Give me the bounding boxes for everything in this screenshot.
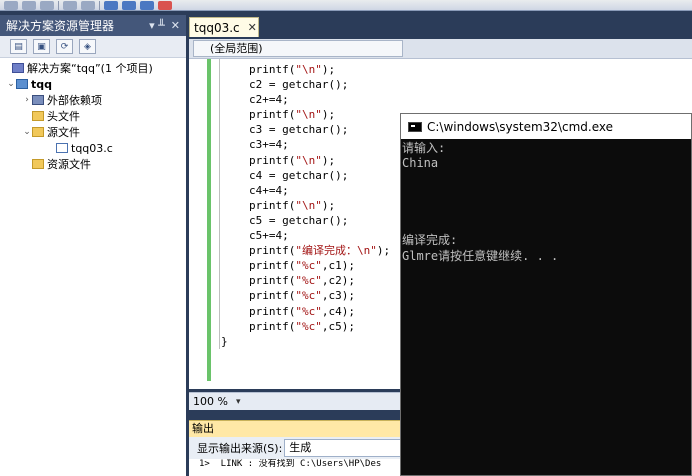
outdent-icon[interactable] [81, 0, 95, 10]
code-line: c3 = getchar(); [249, 123, 349, 137]
code-line: printf("\n"); [249, 108, 336, 122]
code-line: c3+=4; [249, 138, 289, 152]
cmd-line [402, 218, 691, 233]
tab-label: tqq03.c [194, 20, 240, 35]
code-line: printf("\n"); [249, 198, 336, 212]
tree-node-label: 头文件 [47, 110, 80, 123]
tree-node-resource-files[interactable]: 资源文件 [0, 156, 186, 172]
toolbar-divider [58, 0, 59, 10]
solution-label: 解决方案“tqq”(1 个项目) [27, 62, 153, 75]
tree-node-source-files[interactable]: ⌄ 源文件 [0, 124, 186, 140]
bookmark-prev-icon[interactable] [122, 0, 136, 10]
code-line: c2+=4; [249, 93, 289, 107]
tree-node-label: 外部依赖项 [47, 94, 102, 107]
cmd-line: Glmre请按任意键继续. . . [402, 248, 559, 263]
tree-node-tqq03c[interactable]: tqq03.c [0, 140, 186, 156]
pin-icon[interactable]: ▾ ╨ [149, 19, 165, 32]
main-toolbar [0, 0, 692, 11]
project-icon [16, 79, 28, 89]
folder-open-icon [32, 127, 44, 137]
cmd-line: 编译完成: [402, 233, 458, 248]
tree-node-solution[interactable]: 解决方案“tqq”(1 个项目) [0, 60, 186, 76]
show-all-files-icon[interactable]: ▣ [33, 39, 50, 54]
output-source-label: 显示输出来源(S): [197, 442, 283, 455]
cmd-line [402, 187, 691, 202]
tree-node-label: 源文件 [47, 126, 80, 139]
tree-node-label: 资源文件 [47, 158, 91, 171]
code-line: printf("\n"); [249, 153, 336, 167]
chevron-down-icon[interactable]: ⌄ [22, 127, 32, 137]
folder-icon [32, 159, 44, 169]
view-class-diagram-icon[interactable]: ◈ [79, 39, 96, 54]
solution-explorer-panel: 解决方案资源管理器 ▾ ╨ ✕ ▤ ▣ ⟳ ◈ 解决方案“tqq”(1 个项目)… [0, 15, 186, 476]
solution-tree: 解决方案“tqq”(1 个项目) ⌄ tqq › 外部依赖项 头文件 ⌄ 源文件 [0, 58, 186, 172]
solution-explorer-title: 解决方案资源管理器 [6, 19, 115, 33]
code-line: c4+=4; [249, 183, 289, 197]
cmd-window[interactable]: C:\windows\system32\cmd.exe 请输入: China 编译… [400, 113, 692, 476]
toolbar-icon[interactable] [22, 0, 36, 10]
code-line: printf("%c",c4); [249, 304, 355, 318]
ide-window: 解决方案资源管理器 ▾ ╨ ✕ ▤ ▣ ⟳ ◈ 解决方案“tqq”(1 个项目)… [0, 0, 692, 476]
cmd-line [402, 172, 691, 187]
solution-explorer-toolbar: ▤ ▣ ⟳ ◈ [0, 36, 186, 58]
bookmark-icon[interactable] [104, 0, 118, 10]
change-tracking-margin [207, 59, 211, 381]
code-line: c5 = getchar(); [249, 213, 349, 227]
c-file-icon [56, 143, 68, 153]
output-source-select[interactable]: 生成 [284, 439, 405, 457]
tree-node-project[interactable]: ⌄ tqq [0, 76, 186, 92]
code-line: c5+=4; [249, 229, 289, 243]
outline-guide [219, 59, 220, 349]
bookmark-next-icon[interactable] [140, 0, 154, 10]
chevron-right-icon[interactable]: › [22, 95, 32, 105]
close-icon[interactable]: ✕ [248, 21, 257, 34]
console-icon [408, 121, 422, 132]
cmd-output: 请输入: China 编译完成: Glmre请按任意键继续. . . [401, 139, 691, 264]
close-icon[interactable]: ✕ [171, 19, 180, 32]
code-line: c4 = getchar(); [249, 168, 349, 182]
toolbar-icon[interactable] [4, 0, 18, 10]
cmd-titlebar[interactable]: C:\windows\system32\cmd.exe [401, 114, 691, 139]
toolbar-divider [99, 0, 100, 10]
solution-explorer-titlebar: 解决方案资源管理器 ▾ ╨ ✕ [0, 15, 186, 36]
code-text: printf("\n"); c2 = getchar(); c2+=4; printf… [221, 62, 390, 349]
code-line: printf("\n"); [249, 63, 336, 76]
dependencies-icon [32, 95, 44, 105]
cmd-line: China [402, 156, 439, 171]
code-line: printf("%c",c5); [249, 319, 355, 333]
code-line: printf("%c",c2); [249, 274, 355, 288]
refresh-icon[interactable]: ⟳ [56, 39, 73, 54]
editor-tab-strip: tqq03.c ✕ [186, 15, 692, 37]
tree-node-header-files[interactable]: 头文件 [0, 108, 186, 124]
properties-icon[interactable]: ▤ [10, 39, 27, 54]
code-line: c2 = getchar(); [249, 78, 349, 92]
tree-node-dependencies[interactable]: › 外部依赖项 [0, 92, 186, 108]
cmd-title: C:\windows\system32\cmd.exe [427, 119, 613, 134]
clear-bookmarks-icon[interactable] [158, 0, 172, 10]
chevron-down-icon[interactable]: ▾ [236, 397, 241, 407]
code-line: printf("编译完成：\n"); [249, 244, 391, 258]
code-line: } [221, 334, 228, 348]
navigation-bar: (全局范围) [189, 39, 692, 59]
cmd-line [402, 203, 691, 218]
cmd-line: 请输入: [402, 141, 446, 155]
scope-dropdown[interactable]: (全局范围) [193, 40, 403, 57]
project-label: tqq [31, 77, 53, 91]
tab-tqq03c[interactable]: tqq03.c ✕ [189, 17, 259, 37]
indent-icon[interactable] [63, 0, 77, 10]
toolbar-icon[interactable] [40, 0, 54, 10]
code-line: printf("%c",c3); [249, 289, 355, 303]
zoom-level[interactable]: 100 % [193, 395, 228, 408]
tree-node-label: tqq03.c [71, 141, 113, 155]
chevron-down-icon[interactable]: ⌄ [6, 79, 16, 89]
code-line: printf("%c",c1); [249, 259, 355, 273]
folder-icon [32, 111, 44, 121]
solution-icon [12, 63, 24, 73]
